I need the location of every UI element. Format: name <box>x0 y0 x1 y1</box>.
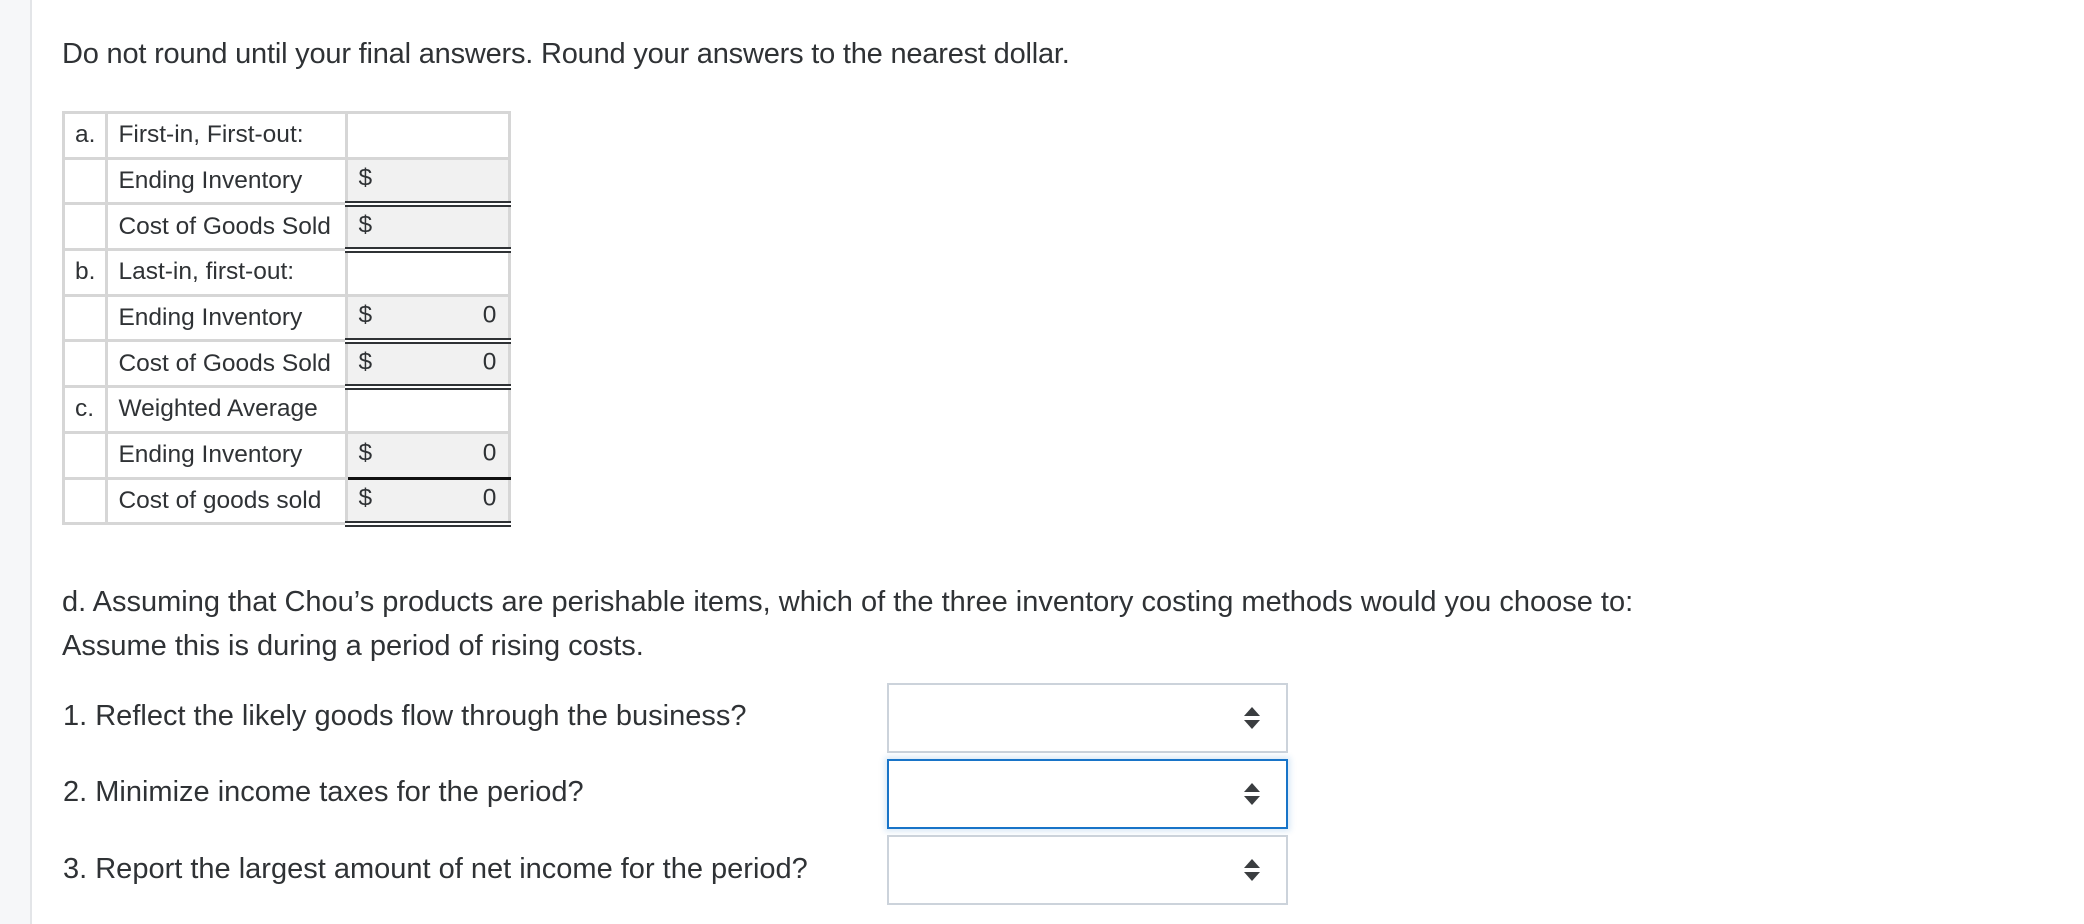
section-letter: b. <box>61 248 109 297</box>
question-3-text: 3. Report the largest amount of net inco… <box>63 853 808 885</box>
currency-symbol: $ <box>358 439 373 467</box>
select-arrows-icon <box>1244 859 1260 881</box>
row-label: Ending Inventory <box>105 293 349 343</box>
select-arrows-icon <box>1244 783 1260 805</box>
input-value: 0 <box>482 439 497 467</box>
lifo-ending-inventory-input[interactable]: $ 0 <box>345 293 512 344</box>
blank-cell <box>345 385 512 434</box>
table-row-section-c: c. Weighted Average <box>61 385 512 434</box>
instruction-text: Do not round until your final answers. R… <box>62 38 1070 70</box>
question-3-select[interactable] <box>887 835 1288 905</box>
fifo-ending-inventory-input[interactable]: $ <box>345 156 512 207</box>
input-value: 0 <box>482 484 497 512</box>
currency-symbol: $ <box>358 484 373 512</box>
table-row: Ending Inventory $ 0 <box>61 430 512 480</box>
section-letter: c. <box>61 385 109 434</box>
section-title: First-in, First-out: <box>105 111 349 160</box>
row-label: Cost of Goods Sold <box>105 202 349 252</box>
row-label: Cost of goods sold <box>105 476 349 526</box>
lifo-cogs-input[interactable]: $ 0 <box>345 339 512 390</box>
input-value: 0 <box>482 348 497 376</box>
select-arrows-icon <box>1244 707 1260 729</box>
table-row: Cost of Goods Sold $ <box>61 202 512 253</box>
left-sidebar <box>0 0 32 924</box>
fifo-cogs-input[interactable]: $ <box>345 202 512 253</box>
wa-cogs-input[interactable]: $ 0 <box>345 476 512 527</box>
row-label: Cost of Goods Sold <box>105 339 349 389</box>
table-row: Ending Inventory $ 0 <box>61 293 512 344</box>
part-d-prompt: d. Assuming that Chou’s products are per… <box>62 580 1633 668</box>
blank-cell <box>345 248 512 297</box>
question-1-text: 1. Reflect the likely goods flow through… <box>63 700 747 732</box>
table-row: Cost of Goods Sold $ 0 <box>61 339 512 390</box>
part-d-line2: Assume this is during a period of rising… <box>62 630 644 662</box>
input-value: 0 <box>482 301 497 329</box>
question-1-select[interactable] <box>887 683 1288 753</box>
section-title: Last-in, first-out: <box>105 248 349 297</box>
row-label: Ending Inventory <box>105 156 349 206</box>
table-row: Ending Inventory $ <box>61 156 512 207</box>
table-row-section-a: a. First-in, First-out: <box>61 111 512 160</box>
currency-symbol: $ <box>358 348 373 376</box>
section-title: Weighted Average <box>105 385 349 434</box>
table-row: Cost of goods sold $ 0 <box>61 476 512 527</box>
currency-symbol: $ <box>358 164 373 192</box>
section-letter: a. <box>61 111 109 160</box>
blank-cell <box>345 111 512 160</box>
question-2-select[interactable] <box>887 759 1288 829</box>
currency-symbol: $ <box>358 301 373 329</box>
currency-symbol: $ <box>358 211 373 239</box>
row-label: Ending Inventory <box>105 430 349 480</box>
part-d-line1: d. Assuming that Chou’s products are per… <box>62 586 1634 618</box>
inventory-table: a. First-in, First-out: Ending Inventory… <box>61 111 512 527</box>
wa-ending-inventory-input[interactable]: $ 0 <box>345 430 512 480</box>
table-row-section-b: b. Last-in, first-out: <box>61 248 512 297</box>
question-2-text: 2. Minimize income taxes for the period? <box>63 776 584 808</box>
